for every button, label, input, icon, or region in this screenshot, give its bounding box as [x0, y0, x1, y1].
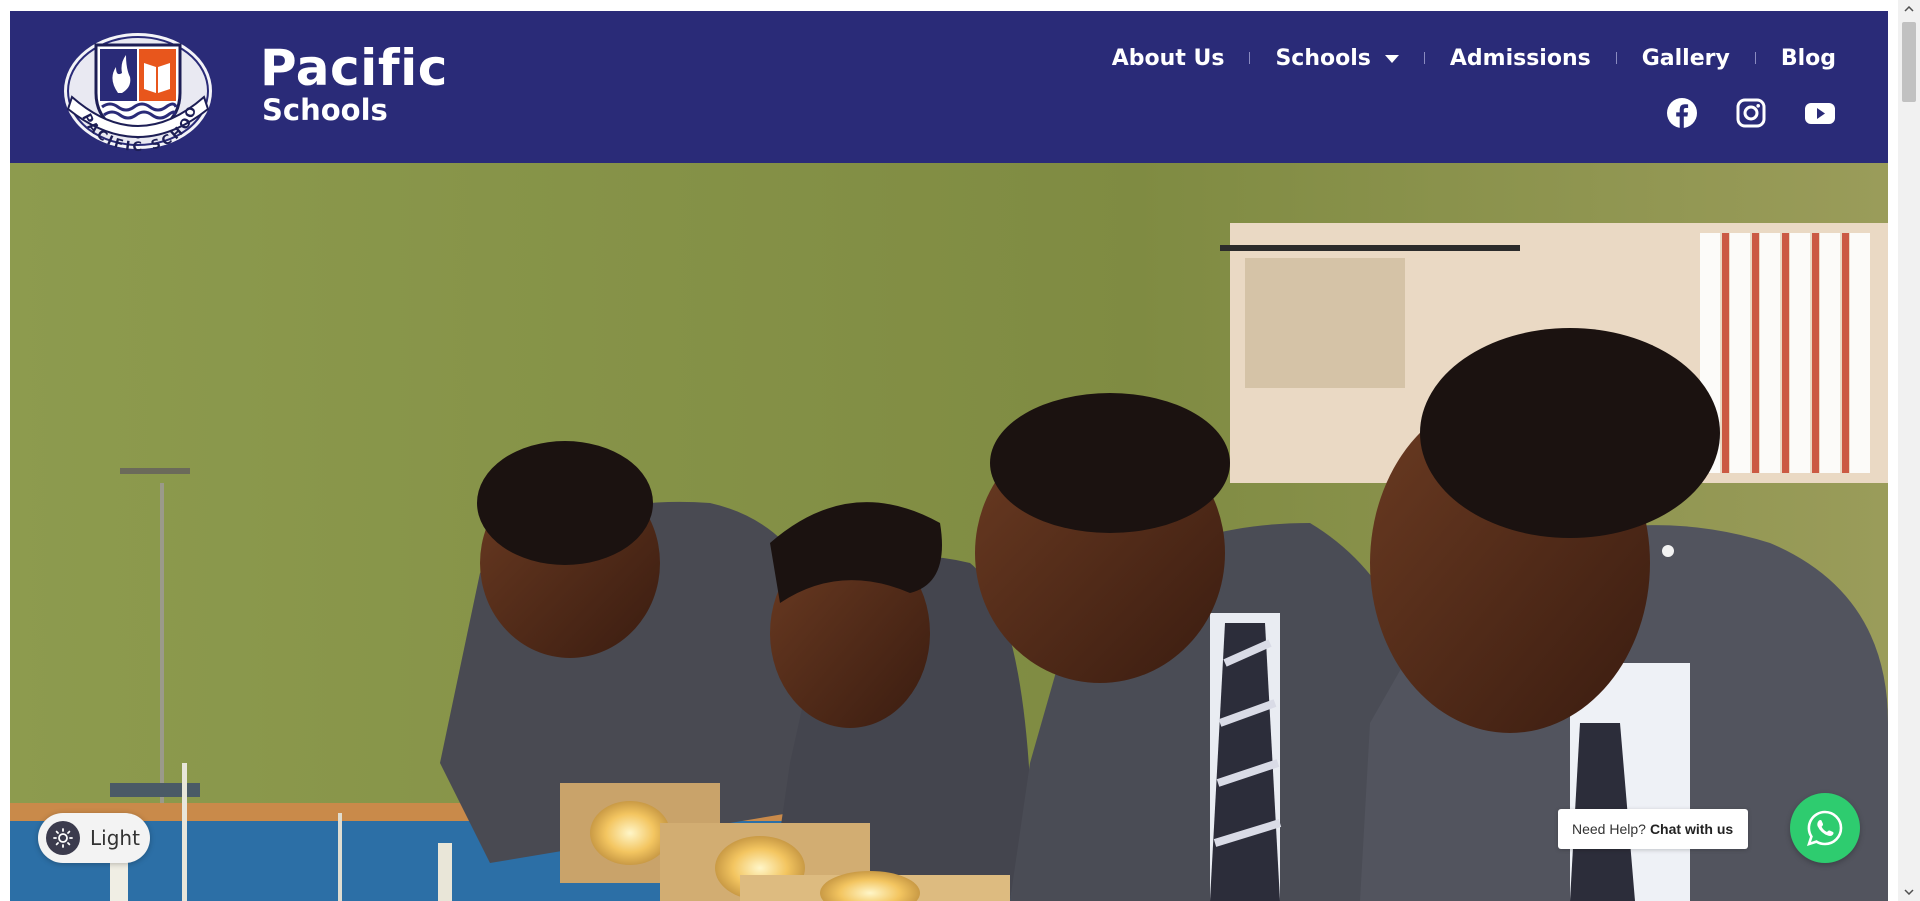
- scroll-up-arrow-icon[interactable]: [1898, 0, 1920, 18]
- youtube-icon[interactable]: [1804, 97, 1836, 129]
- brand-title: Pacific: [260, 39, 448, 97]
- nav-schools-label: Schools: [1275, 45, 1371, 71]
- social-links: [1666, 97, 1836, 129]
- scrollbar-thumb[interactable]: [1902, 22, 1916, 102]
- school-logo[interactable]: PACIFIC SCHOOLS: [52, 12, 218, 155]
- site-header: PACIFIC SCHOOLS Pacific Schools About Us…: [10, 11, 1888, 163]
- chat-prefix: Need Help?: [1572, 821, 1646, 837]
- theme-label: Light: [90, 826, 140, 850]
- vertical-scrollbar[interactable]: [1898, 0, 1920, 901]
- whatsapp-icon: [1806, 810, 1843, 847]
- hero-image: [10, 163, 1888, 901]
- whatsapp-button[interactable]: [1790, 793, 1860, 863]
- main-nav: About Us Schools Admissions Gallery Blog: [1112, 39, 1836, 77]
- brand-subtitle: Schools: [262, 93, 388, 127]
- facebook-icon[interactable]: [1666, 97, 1698, 129]
- scroll-down-arrow-icon[interactable]: [1898, 883, 1920, 901]
- chat-cta: Chat with us: [1649, 821, 1734, 837]
- nav-admissions[interactable]: Admissions: [1450, 46, 1591, 71]
- nav-divider: [1615, 52, 1617, 64]
- theme-toggle[interactable]: Light: [38, 813, 150, 863]
- chat-prompt[interactable]: Need Help? Chat with us: [1558, 809, 1748, 849]
- page: PACIFIC SCHOOLS Pacific Schools About Us…: [10, 11, 1888, 901]
- sun-icon: [46, 821, 80, 855]
- nav-gallery[interactable]: Gallery: [1642, 46, 1730, 71]
- nav-divider: [1754, 52, 1756, 64]
- nav-divider: [1423, 52, 1425, 64]
- nav-blog[interactable]: Blog: [1781, 46, 1836, 71]
- nav-divider: [1249, 52, 1251, 64]
- brand-wordmark[interactable]: Pacific Schools: [260, 41, 448, 125]
- nav-schools[interactable]: Schools: [1275, 45, 1399, 71]
- chevron-down-icon: [1384, 55, 1399, 63]
- nav-about-us[interactable]: About Us: [1112, 46, 1225, 71]
- instagram-icon[interactable]: [1735, 97, 1767, 129]
